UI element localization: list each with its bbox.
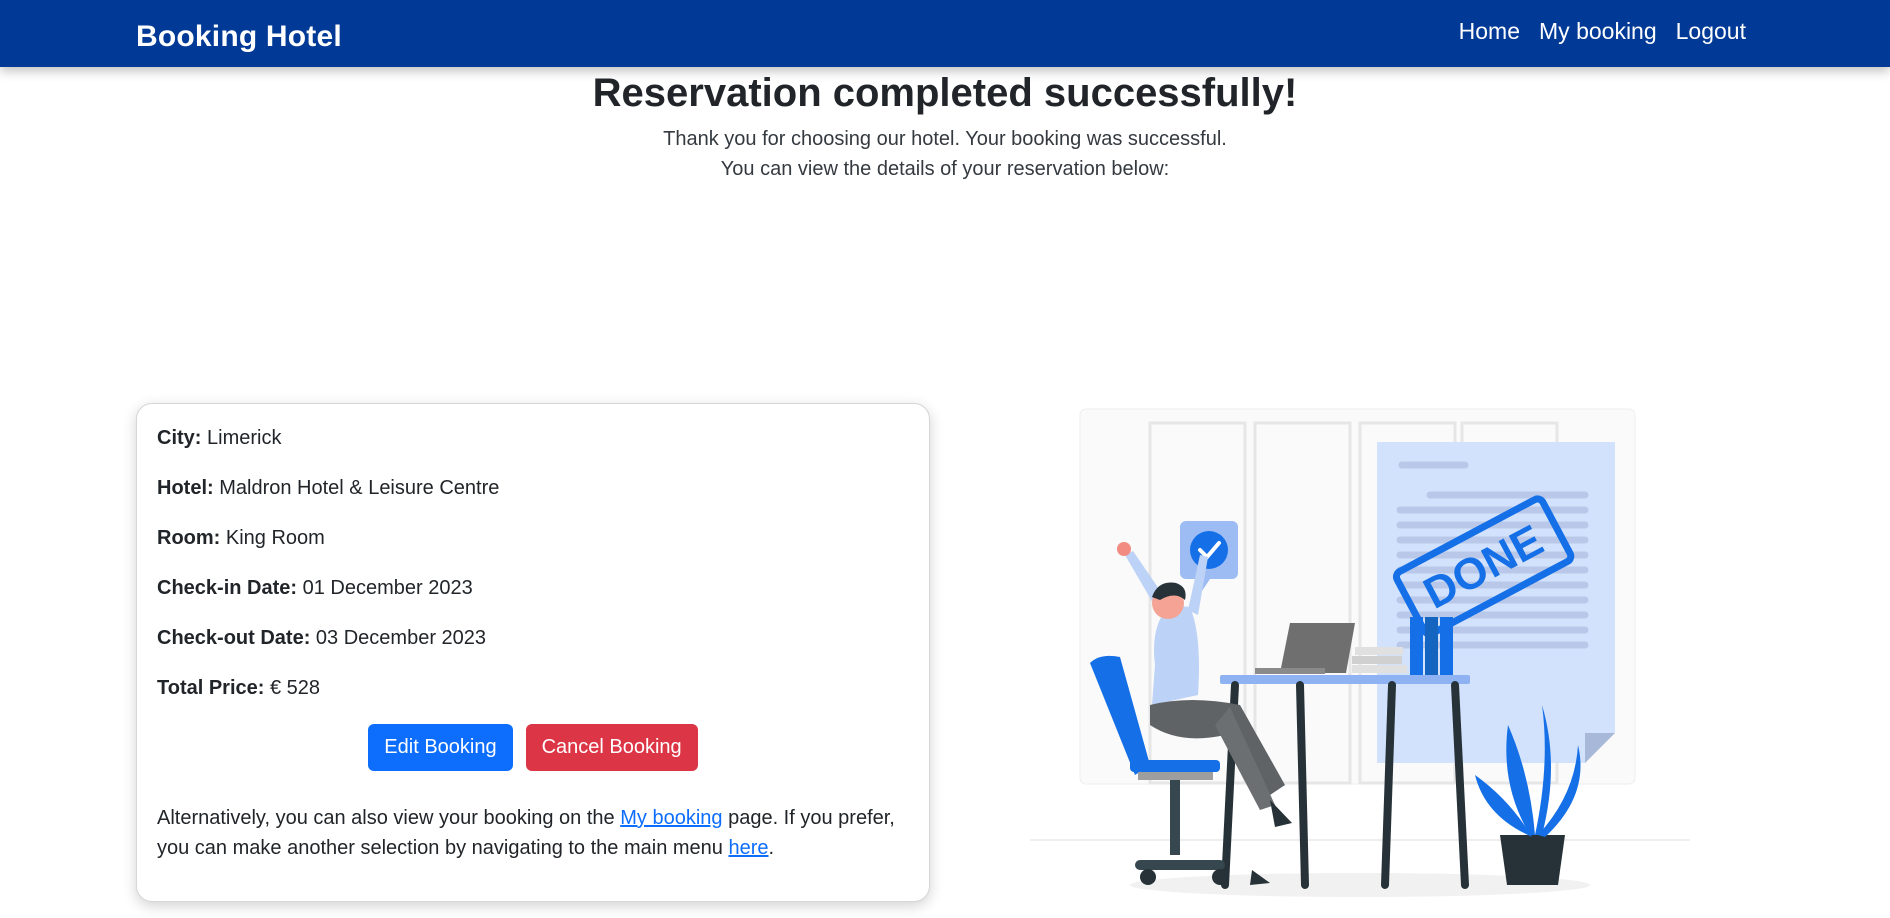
action-buttons: Edit Booking Cancel Booking	[157, 724, 909, 771]
celebrating-woman-at-desk-illustration: DONE	[1030, 408, 1690, 897]
city-label: City:	[157, 427, 202, 449]
price-value: € 528	[270, 677, 321, 699]
hotel-label: Hotel:	[157, 477, 214, 499]
chair-seat	[1130, 760, 1220, 772]
detail-price: Total Price: € 528	[157, 674, 909, 724]
nav-link-my-booking[interactable]: My booking	[1539, 18, 1657, 45]
binder-3	[1440, 617, 1453, 675]
chair-base	[1138, 772, 1213, 780]
binder-icon	[1410, 617, 1423, 675]
booking-details-card: City: Limerick Hotel: Maldron Hotel & Le…	[136, 403, 930, 902]
paper-stack-2	[1352, 656, 1402, 664]
detail-checkout: Check-out Date: 03 December 2023	[157, 624, 909, 674]
laptop-base	[1255, 668, 1325, 674]
laptop-icon	[1280, 623, 1355, 673]
paper-stack	[1355, 647, 1403, 655]
cancel-booking-button[interactable]: Cancel Booking	[525, 724, 698, 771]
detail-city: City: Limerick	[157, 424, 909, 474]
chair-wheel-right	[1212, 869, 1228, 885]
desk-top	[1220, 675, 1470, 684]
detail-room: Room: King Room	[157, 524, 909, 574]
my-booking-link[interactable]: My booking	[620, 807, 722, 829]
chair-wheel-left	[1140, 869, 1156, 885]
check-circle-icon	[1190, 531, 1228, 569]
hero-section: Reservation completed successfully! Than…	[0, 68, 1890, 184]
binder-2	[1425, 617, 1438, 675]
brand-title[interactable]: Booking Hotel	[136, 20, 342, 54]
plant-pot-icon	[1500, 835, 1565, 885]
note-part-1: Alternatively, you can also view your bo…	[157, 807, 615, 829]
hero-line-2: You can view the details of your reserva…	[720, 158, 1170, 180]
checkout-value: 03 December 2023	[315, 627, 487, 649]
paper-stack-3	[1352, 665, 1407, 673]
price-label: Total Price:	[157, 677, 265, 699]
shoe-right	[1270, 800, 1292, 827]
edit-booking-button[interactable]: Edit Booking	[368, 724, 513, 771]
checkin-value: 01 December 2023	[302, 577, 473, 599]
checkin-label: Check-in Date:	[157, 577, 298, 599]
hero-line-1: Thank you for choosing our hotel. Your b…	[663, 128, 1227, 150]
hotel-value: Maldron Hotel & Leisure Centre	[219, 477, 500, 499]
page-title: Reservation completed successfully!	[592, 71, 1298, 115]
hero-subtitle: Thank you for choosing our hotel. Your b…	[0, 124, 1890, 184]
nav-link-logout[interactable]: Logout	[1676, 18, 1746, 45]
success-illustration: DONE	[1030, 405, 1690, 905]
main-menu-link[interactable]: here	[728, 837, 768, 859]
nav-links: Home My booking Logout	[1459, 18, 1746, 45]
nav-link-home[interactable]: Home	[1459, 18, 1520, 45]
room-value: King Room	[225, 527, 325, 549]
top-navbar: Booking Hotel Home My booking Logout	[0, 0, 1890, 67]
room-label: Room:	[157, 527, 221, 549]
checkout-label: Check-out Date:	[157, 627, 311, 649]
detail-hotel: Hotel: Maldron Hotel & Leisure Centre	[157, 474, 909, 524]
city-value: Limerick	[207, 427, 282, 449]
detail-checkin: Check-in Date: 01 December 2023	[157, 574, 909, 624]
hand-left	[1117, 542, 1131, 556]
alternative-note: Alternatively, you can also view your bo…	[157, 803, 909, 863]
note-part-3: .	[768, 837, 775, 859]
